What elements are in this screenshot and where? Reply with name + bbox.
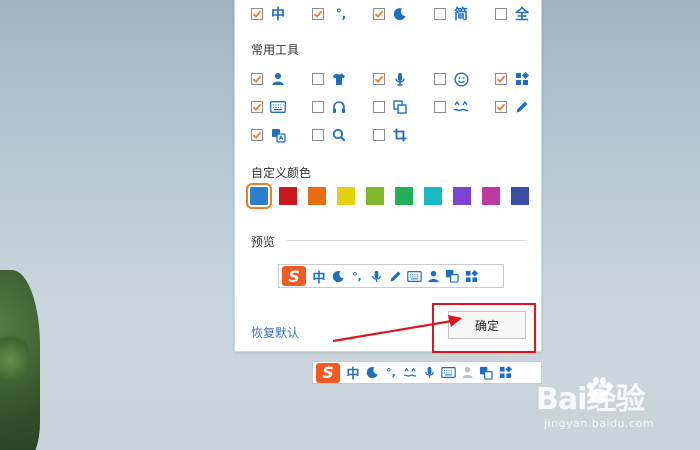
annotation-arrow xyxy=(332,319,453,343)
zhong-icon[interactable]: 中 xyxy=(345,365,361,382)
watermark-url: jingyan.baidu.com xyxy=(544,417,655,430)
punctuation-icon[interactable]: °, xyxy=(383,365,399,381)
moon-icon[interactable] xyxy=(364,365,380,381)
symbols-icon[interactable] xyxy=(402,365,418,381)
user-icon[interactable] xyxy=(459,365,475,381)
sogou-logo-icon[interactable]: S xyxy=(316,362,340,383)
microphone-icon[interactable] xyxy=(421,365,437,381)
translate-icon[interactable] xyxy=(478,365,494,381)
baidu-jingyan-watermark: Bai经验 jingyan.baidu.com xyxy=(536,374,696,434)
annotation-arrowhead xyxy=(448,315,462,327)
keyboard-icon[interactable] xyxy=(440,365,456,381)
ime-status-bar[interactable]: S 中 °, xyxy=(312,361,542,384)
grid-icon[interactable] xyxy=(497,365,513,381)
watermark-brand: Bai经验 xyxy=(536,382,645,417)
